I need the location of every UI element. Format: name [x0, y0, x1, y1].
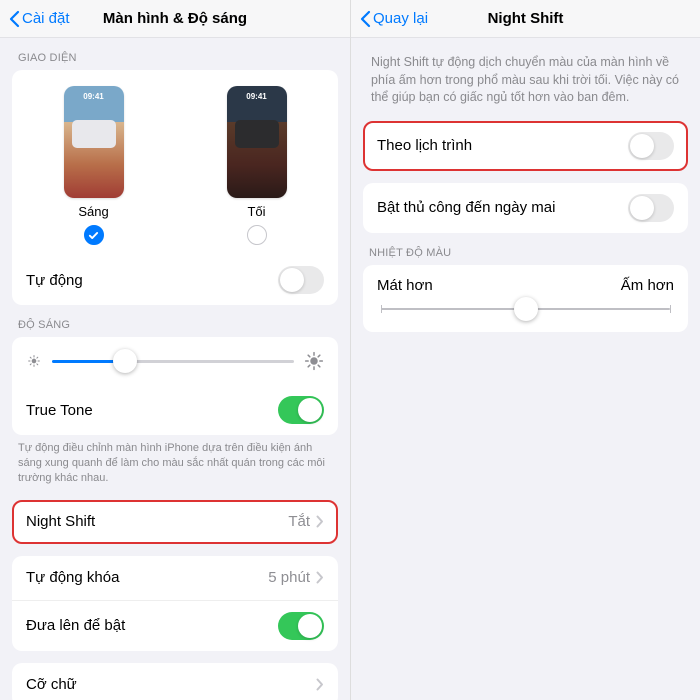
true-tone-description: Tự động điều chỉnh màn hình iPhone dựa t…: [12, 435, 338, 488]
slider-thumb[interactable]: [514, 297, 538, 321]
radio-dark[interactable]: [247, 225, 267, 245]
row-label: Cỡ chữ: [26, 676, 77, 693]
chevron-right-icon: [316, 571, 324, 584]
appearance-option-light[interactable]: 09:41 Sáng: [64, 86, 124, 245]
brightness-slider-row: [12, 337, 338, 385]
page-title: Màn hình & Độ sáng: [103, 10, 247, 27]
appearance-preview-light: 09:41: [64, 86, 124, 198]
temp-cooler-label: Mát hơn: [377, 277, 433, 294]
row-raise-to-wake: Đưa lên để bật: [12, 600, 338, 651]
page-title: Night Shift: [488, 10, 564, 27]
row-auto-appearance: Tự động: [12, 255, 338, 305]
chevron-left-icon: [359, 10, 371, 28]
display-settings-pane: Cài đặt Màn hình & Độ sáng GIAO DIỆN 09:…: [0, 0, 350, 700]
appearance-label-light: Sáng: [78, 204, 108, 219]
appearance-option-dark[interactable]: 09:41 Tối: [227, 86, 287, 245]
row-label: Đưa lên để bật: [26, 617, 125, 634]
toggle-manual-enable[interactable]: [628, 194, 674, 222]
sun-low-icon: [26, 353, 42, 369]
check-icon: [88, 230, 99, 241]
row-manual-enable: Bật thủ công đến ngày mai: [363, 183, 688, 233]
navbar: Quay lại Night Shift: [351, 0, 700, 38]
toggle-raise-to-wake[interactable]: [278, 612, 324, 640]
back-button[interactable]: Quay lại: [359, 10, 428, 28]
sun-high-icon: [304, 351, 324, 371]
temp-warmer-label: Ấm hơn: [621, 277, 674, 294]
back-label: Cài đặt: [22, 10, 70, 27]
appearance-preview-dark: 09:41: [227, 86, 287, 198]
chevron-left-icon: [8, 10, 20, 28]
color-temp-slider[interactable]: [381, 308, 670, 310]
auto-lock-value: 5 phút: [268, 569, 310, 586]
preview-time: 09:41: [64, 92, 124, 101]
back-label: Quay lại: [373, 10, 428, 27]
section-header-appearance: GIAO DIỆN: [12, 38, 338, 70]
toggle-true-tone[interactable]: [278, 396, 324, 424]
row-label: Night Shift: [26, 513, 95, 530]
lock-card: Tự động khóa 5 phút Đưa lên để bật: [12, 556, 338, 651]
night-shift-pane: Quay lại Night Shift Night Shift tự động…: [350, 0, 700, 700]
section-header-brightness: ĐỘ SÁNG: [12, 305, 338, 337]
section-header-color-temp: NHIỆT ĐỘ MÀU: [363, 233, 688, 265]
chevron-right-icon: [316, 678, 324, 691]
brightness-card: True Tone: [12, 337, 338, 435]
toggle-scheduled[interactable]: [628, 132, 674, 160]
back-button[interactable]: Cài đặt: [8, 10, 70, 28]
row-scheduled: Theo lịch trình: [363, 121, 688, 171]
navbar: Cài đặt Màn hình & Độ sáng: [0, 0, 350, 38]
scheduled-card: Theo lịch trình: [363, 121, 688, 171]
manual-card: Bật thủ công đến ngày mai: [363, 183, 688, 233]
row-label: Tự động khóa: [26, 569, 119, 586]
radio-light[interactable]: [84, 225, 104, 245]
toggle-auto-appearance[interactable]: [278, 266, 324, 294]
row-label: Theo lịch trình: [377, 137, 472, 154]
row-auto-lock[interactable]: Tự động khóa 5 phút: [12, 556, 338, 600]
appearance-card: 09:41 Sáng 09:41 Tối: [12, 70, 338, 305]
color-temp-card: Mát hơn Ấm hơn: [363, 265, 688, 332]
row-night-shift[interactable]: Night Shift Tắt: [12, 500, 338, 544]
appearance-label-dark: Tối: [247, 204, 265, 219]
text-size-card: Cỡ chữ: [12, 663, 338, 700]
row-true-tone: True Tone: [12, 385, 338, 435]
row-label: Bật thủ công đến ngày mai: [377, 199, 555, 216]
chevron-right-icon: [316, 515, 324, 528]
night-shift-description: Night Shift tự động dịch chuyển màu của …: [363, 38, 688, 121]
slider-thumb[interactable]: [113, 349, 137, 373]
preview-widget: [235, 120, 279, 148]
row-label: True Tone: [26, 402, 93, 419]
night-shift-value: Tắt: [288, 513, 310, 530]
preview-time: 09:41: [227, 92, 287, 101]
brightness-slider[interactable]: [52, 360, 294, 363]
night-shift-card: Night Shift Tắt: [12, 500, 338, 544]
preview-widget: [72, 120, 116, 148]
row-text-size[interactable]: Cỡ chữ: [12, 663, 338, 700]
row-label: Tự động: [26, 272, 83, 289]
